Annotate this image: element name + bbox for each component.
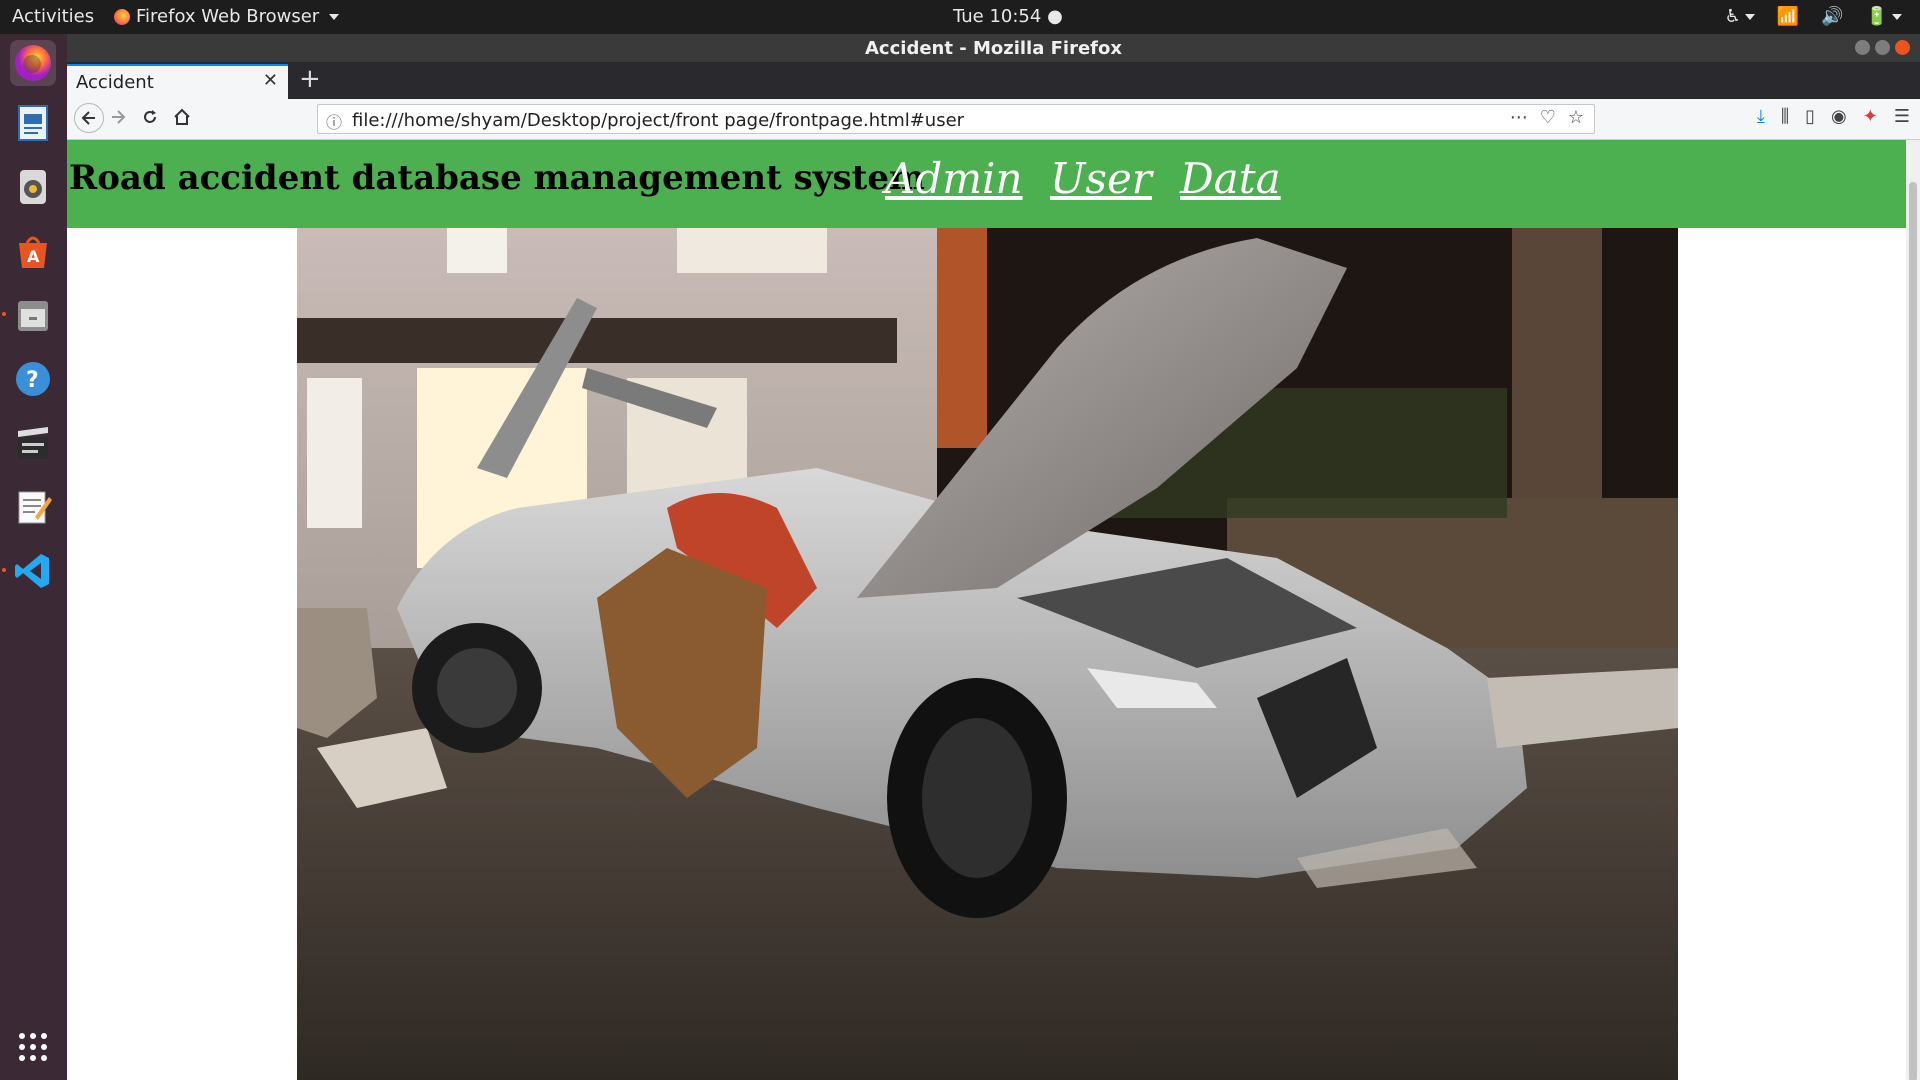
url-input[interactable]: [350, 107, 1504, 133]
app-menu-label: Firefox Web Browser: [136, 6, 320, 27]
page-scrollbar[interactable]: [1906, 140, 1920, 1080]
dock-firefox[interactable]: [10, 40, 56, 86]
extension-icon[interactable]: ✦: [1863, 106, 1878, 127]
toolbar-right: ⤓ ⫼ ▯ ◉ ✦ ☰: [1757, 106, 1910, 127]
pocket-icon[interactable]: ♡: [1540, 107, 1556, 128]
url-actions: ⋯ ♡ ☆: [1510, 107, 1584, 128]
gnome-top-bar: Activities Firefox Web Browser Tue 10:54…: [0, 0, 1920, 34]
scrollbar-thumb[interactable]: [1909, 182, 1917, 1080]
url-bar[interactable]: ⓘ ⋯ ♡ ☆: [317, 104, 1595, 134]
arrow-left-icon: [81, 111, 95, 125]
text-editor-icon: [18, 491, 52, 524]
vscode-icon: [15, 554, 49, 588]
chevron-down-icon: [329, 13, 340, 20]
rhythmbox-icon: [20, 170, 46, 204]
reload-button[interactable]: [141, 107, 159, 131]
home-button[interactable]: [173, 107, 191, 131]
nav-link-admin[interactable]: Admin: [885, 154, 1023, 203]
files-icon: [18, 301, 48, 331]
svg-text:A: A: [27, 247, 40, 266]
downloads-icon[interactable]: ⤓: [1757, 106, 1765, 127]
power-icon: 🔋: [1866, 6, 1902, 27]
dock: A ?: [0, 34, 67, 1080]
window-title: Accident - Mozilla Firefox: [865, 37, 1122, 59]
software-center-icon: A: [19, 236, 47, 268]
video-icon: [18, 427, 48, 459]
minimize-button[interactable]: [1855, 40, 1870, 55]
page-viewport: Road accident database management system…: [67, 140, 1920, 1080]
app-menu[interactable]: Firefox Web Browser: [114, 6, 340, 27]
tab-strip: Accident ✕ +: [67, 62, 1920, 99]
forward-button[interactable]: [109, 107, 127, 131]
new-tab-button[interactable]: +: [299, 64, 321, 94]
account-icon[interactable]: ◉: [1831, 106, 1847, 127]
dock-help[interactable]: ?: [10, 356, 56, 402]
site-title: Road accident database management system: [69, 158, 925, 198]
firefox-icon: [114, 8, 130, 25]
writer-icon: [18, 105, 48, 141]
arrow-right-icon: [112, 110, 126, 124]
accident-photo-graphic: [297, 228, 1678, 1080]
dock-text-editor[interactable]: [10, 484, 56, 530]
svg-text:?: ?: [26, 368, 39, 393]
site-header: Road accident database management system…: [67, 140, 1907, 228]
window-controls: [1855, 40, 1910, 55]
dock-rhythmbox[interactable]: [10, 164, 56, 210]
accessibility-icon[interactable]: ♿: [1725, 6, 1755, 27]
wifi-icon: 📶: [1776, 6, 1800, 27]
nav-link-user[interactable]: User: [1050, 154, 1152, 203]
clock-label: Tue 10:54: [953, 6, 1042, 27]
firefox-window: Accident - Mozilla Firefox Accident ✕ + …: [67, 34, 1920, 1080]
activities-button[interactable]: Activities: [12, 6, 94, 27]
menu-icon[interactable]: ☰: [1894, 106, 1910, 127]
reload-icon: [144, 110, 156, 123]
volume-icon: 🔊: [1821, 6, 1844, 27]
firefox-icon: [15, 45, 51, 81]
tab-accident[interactable]: Accident ✕: [67, 64, 288, 99]
home-icon: [174, 108, 190, 125]
tab-title: Accident: [76, 72, 154, 93]
dock-videos[interactable]: [10, 420, 56, 466]
dock-vscode[interactable]: [2, 548, 56, 594]
close-tab-icon[interactable]: ✕: [263, 70, 278, 91]
window-titlebar[interactable]: Accident - Mozilla Firefox: [67, 34, 1920, 62]
system-tray[interactable]: ♿ 📶 🔊 🔋: [1725, 6, 1902, 27]
dock-files[interactable]: [2, 292, 56, 338]
back-button[interactable]: [74, 103, 104, 133]
accident-photo: [297, 228, 1678, 1080]
show-apps-icon: [19, 1033, 47, 1061]
close-window-button[interactable]: [1895, 40, 1910, 55]
info-icon[interactable]: ⓘ: [326, 109, 342, 133]
help-icon: ?: [16, 362, 50, 396]
nav-link-data[interactable]: Data: [1180, 154, 1281, 203]
dock-writer[interactable]: [10, 100, 56, 146]
library-icon[interactable]: ⫼: [1781, 106, 1789, 127]
navigation-toolbar: ⓘ ⋯ ♡ ☆ ⤓ ⫼ ▯ ◉ ✦ ☰: [67, 99, 1920, 140]
sidebar-icon[interactable]: ▯: [1805, 106, 1815, 127]
dock-software[interactable]: A: [10, 228, 56, 274]
maximize-button[interactable]: [1875, 40, 1890, 55]
dock-show-apps[interactable]: [10, 1024, 56, 1070]
clock[interactable]: Tue 10:54 ●: [953, 6, 1063, 27]
page-actions-icon[interactable]: ⋯: [1510, 107, 1528, 128]
bookmark-star-icon[interactable]: ☆: [1568, 107, 1584, 128]
